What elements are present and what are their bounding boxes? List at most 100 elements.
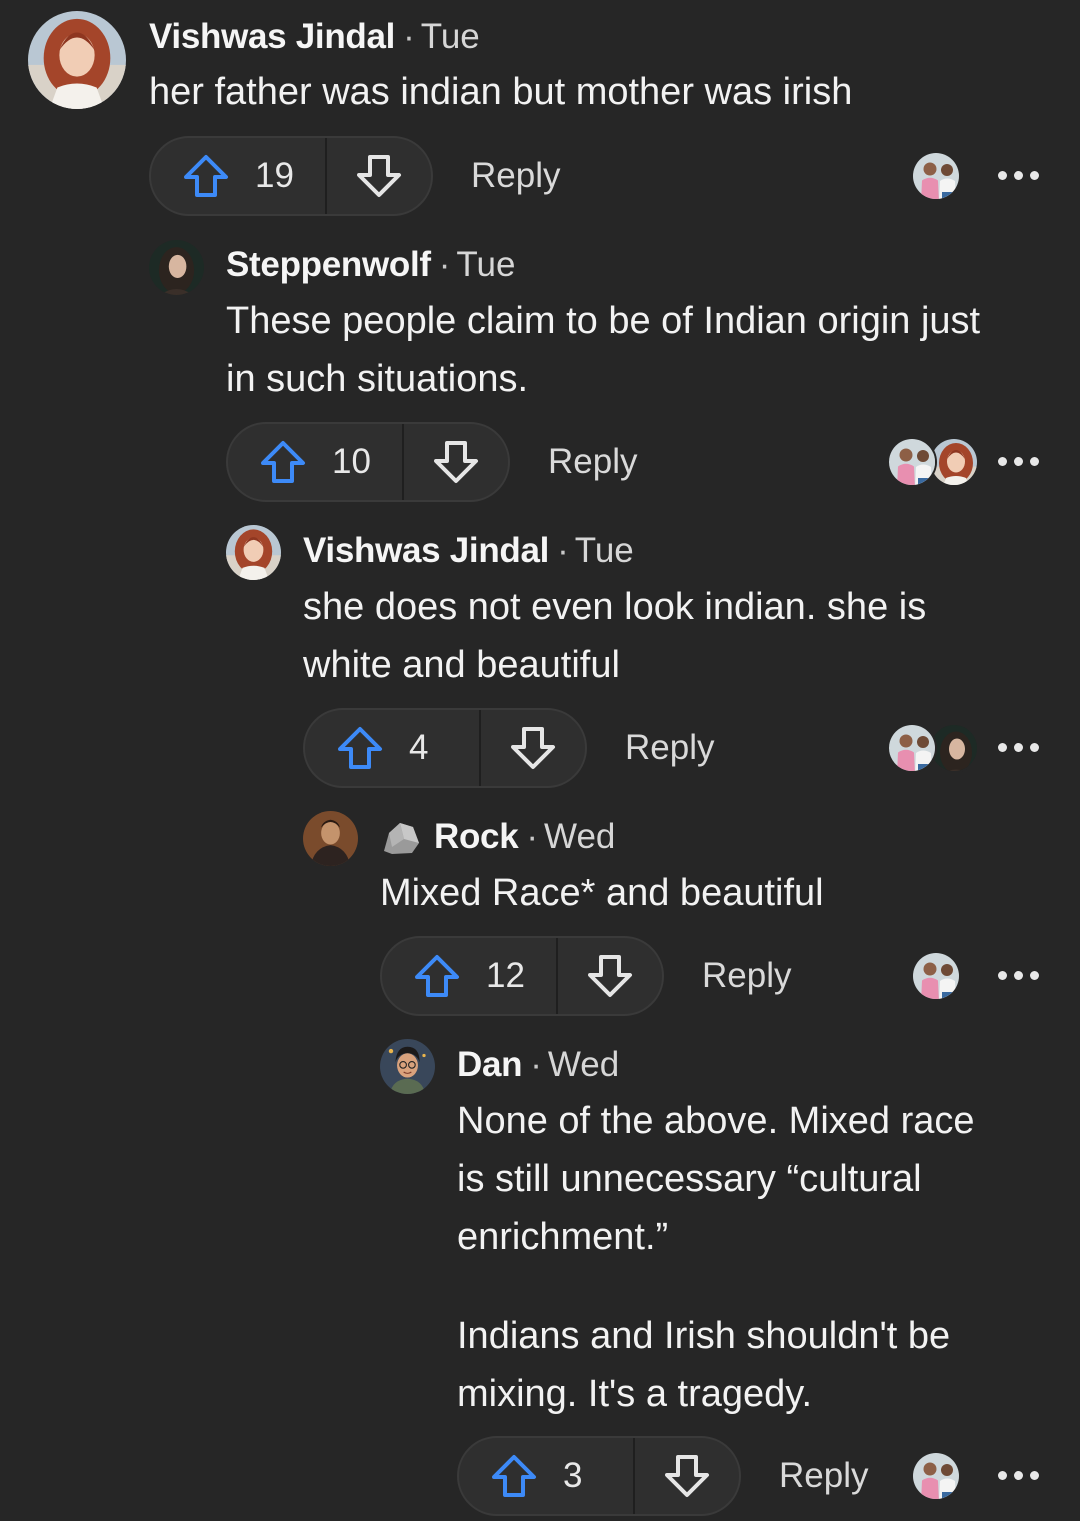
comment-header: Dan · Wed — [457, 1045, 619, 1085]
separator-dot: · — [403, 17, 415, 56]
downvote-button[interactable] — [327, 138, 431, 214]
comment-header: Vishwas Jindal · Tue — [303, 531, 634, 571]
comment-3: Vishwas Jindal · Tue she does not even loo… — [0, 516, 1080, 802]
vote-count: 12 — [486, 956, 525, 995]
man-pink-shirt-avatar — [913, 953, 961, 1001]
upvote-arrow-icon — [183, 154, 229, 198]
comment-1: Vishwas Jindal · Tue her father was indian… — [0, 0, 1080, 230]
comment-body: None of the above. Mixed race is still u… — [457, 1092, 975, 1423]
timestamp: Wed — [547, 1045, 620, 1084]
avatar[interactable] — [226, 525, 281, 580]
woman-red-hair-avatar — [226, 525, 281, 580]
rock-icon — [384, 823, 419, 854]
upvote-button[interactable]: 19 — [151, 138, 327, 214]
comment-2: Steppenwolf · Tue These people claim to be… — [0, 230, 1080, 516]
downvote-button[interactable] — [558, 938, 662, 1014]
comment-header: Steppenwolf · Tue — [226, 245, 515, 285]
comment-body: she does not even look indian. she is wh… — [303, 578, 926, 694]
downvote-arrow-icon — [510, 726, 556, 770]
comment-text-line: These people claim to be of Indian origi… — [226, 300, 981, 342]
comment-text-line: Indians and Irish shouldn't be — [457, 1315, 951, 1357]
downvote-button[interactable] — [404, 424, 508, 500]
avatar[interactable] — [149, 240, 204, 295]
reply-button[interactable]: Reply — [625, 728, 714, 768]
separator-dot: · — [438, 245, 451, 284]
separator-dot: · — [526, 817, 539, 856]
downvote-button[interactable] — [635, 1438, 739, 1514]
author-name[interactable]: Vishwas Jindal — [149, 17, 395, 56]
comment-text-line: mixing. It's a tragedy. — [457, 1373, 813, 1415]
avatar[interactable] — [380, 1039, 435, 1094]
paragraph-spacer — [457, 1266, 975, 1307]
comment-text-line: is still unnecessary “cultural — [457, 1158, 922, 1200]
upvote-arrow-icon — [414, 954, 460, 998]
upvote-button[interactable]: 4 — [305, 710, 481, 786]
comment-text-line: None of the above. Mixed race — [457, 1100, 975, 1142]
more-options-icon[interactable] — [998, 742, 1042, 754]
reply-button[interactable]: Reply — [779, 1456, 868, 1496]
man-pink-shirt-avatar — [889, 439, 937, 487]
comment-header: Vishwas Jindal · Tue — [149, 17, 480, 57]
man-pink-shirt-avatar — [913, 1453, 961, 1501]
more-options-icon[interactable] — [998, 170, 1042, 182]
author-name[interactable]: Steppenwolf — [226, 245, 431, 284]
upvote-arrow-icon — [491, 1454, 537, 1498]
reactor-avatars[interactable] — [887, 437, 979, 487]
avatar[interactable] — [303, 811, 358, 866]
comment-text-line: white and beautiful — [303, 644, 620, 686]
upvote-button[interactable]: 10 — [228, 424, 404, 500]
comment-body: These people claim to be of Indian origi… — [226, 292, 980, 408]
upvote-button[interactable]: 3 — [459, 1438, 635, 1514]
reactor-avatar — [911, 1451, 961, 1501]
reply-button[interactable]: Reply — [471, 156, 560, 196]
downvote-arrow-icon — [664, 1454, 710, 1498]
author-name[interactable]: Dan — [457, 1045, 523, 1084]
reactor-avatars[interactable] — [887, 723, 979, 773]
cartoon-man-glasses-avatar — [380, 1039, 435, 1094]
separator-dot: · — [557, 531, 569, 570]
man-pink-shirt-avatar — [889, 725, 937, 773]
reactor-avatar — [911, 951, 961, 1001]
woman-red-hair-avatar — [28, 11, 126, 109]
avatar[interactable] — [28, 11, 126, 109]
vote-control: 10 — [226, 422, 510, 502]
upvote-arrow-icon — [337, 726, 383, 770]
comment-5: Dan · Wed None of the above. Mixed race is… — [0, 1030, 1080, 1521]
vote-control: 19 — [149, 136, 433, 216]
separator-dot: · — [530, 1045, 542, 1084]
vote-control: 4 — [303, 708, 587, 788]
timestamp: Tue — [574, 531, 634, 570]
upvote-arrow-icon — [260, 440, 306, 484]
more-options-icon[interactable] — [998, 1470, 1042, 1482]
woman-red-hair-avatar — [931, 439, 979, 487]
man-pink-shirt-avatar — [913, 153, 961, 201]
comment-text-line: Mixed Race* and beautiful — [380, 872, 824, 914]
reactor-avatars[interactable] — [911, 1451, 963, 1501]
comment-text-line: enrichment.” — [457, 1216, 669, 1258]
reactor-avatar — [887, 723, 937, 773]
reactor-avatars[interactable] — [911, 151, 963, 201]
comment-text-line: she does not even look indian. she is — [303, 586, 927, 628]
reply-button[interactable]: Reply — [548, 442, 637, 482]
downvote-arrow-icon — [356, 154, 402, 198]
timestamp: Wed — [544, 817, 616, 856]
comment-text-line: in such situations. — [226, 358, 529, 400]
more-options-icon[interactable] — [998, 970, 1042, 982]
author-name[interactable]: Rock — [434, 817, 519, 856]
comment-body: her father was indian but mother was iri… — [149, 63, 852, 121]
vote-count: 19 — [255, 156, 294, 195]
reactor-avatars[interactable] — [911, 951, 963, 1001]
downvote-button[interactable] — [481, 710, 585, 786]
man-leather-jacket-avatar — [303, 811, 358, 866]
reply-button[interactable]: Reply — [702, 956, 791, 996]
reactor-avatar — [911, 151, 961, 201]
vote-count: 3 — [563, 1456, 583, 1495]
woman-dark-hair-avatar — [931, 725, 979, 773]
vote-control: 3 — [457, 1436, 741, 1516]
author-name[interactable]: Vishwas Jindal — [303, 531, 549, 570]
upvote-button[interactable]: 12 — [382, 938, 558, 1014]
woman-dark-hair-avatar — [149, 240, 204, 295]
comment-text-line: her father was indian but mother was iri… — [149, 71, 853, 113]
comment-body: Mixed Race* and beautiful — [380, 864, 824, 922]
more-options-icon[interactable] — [998, 456, 1042, 468]
